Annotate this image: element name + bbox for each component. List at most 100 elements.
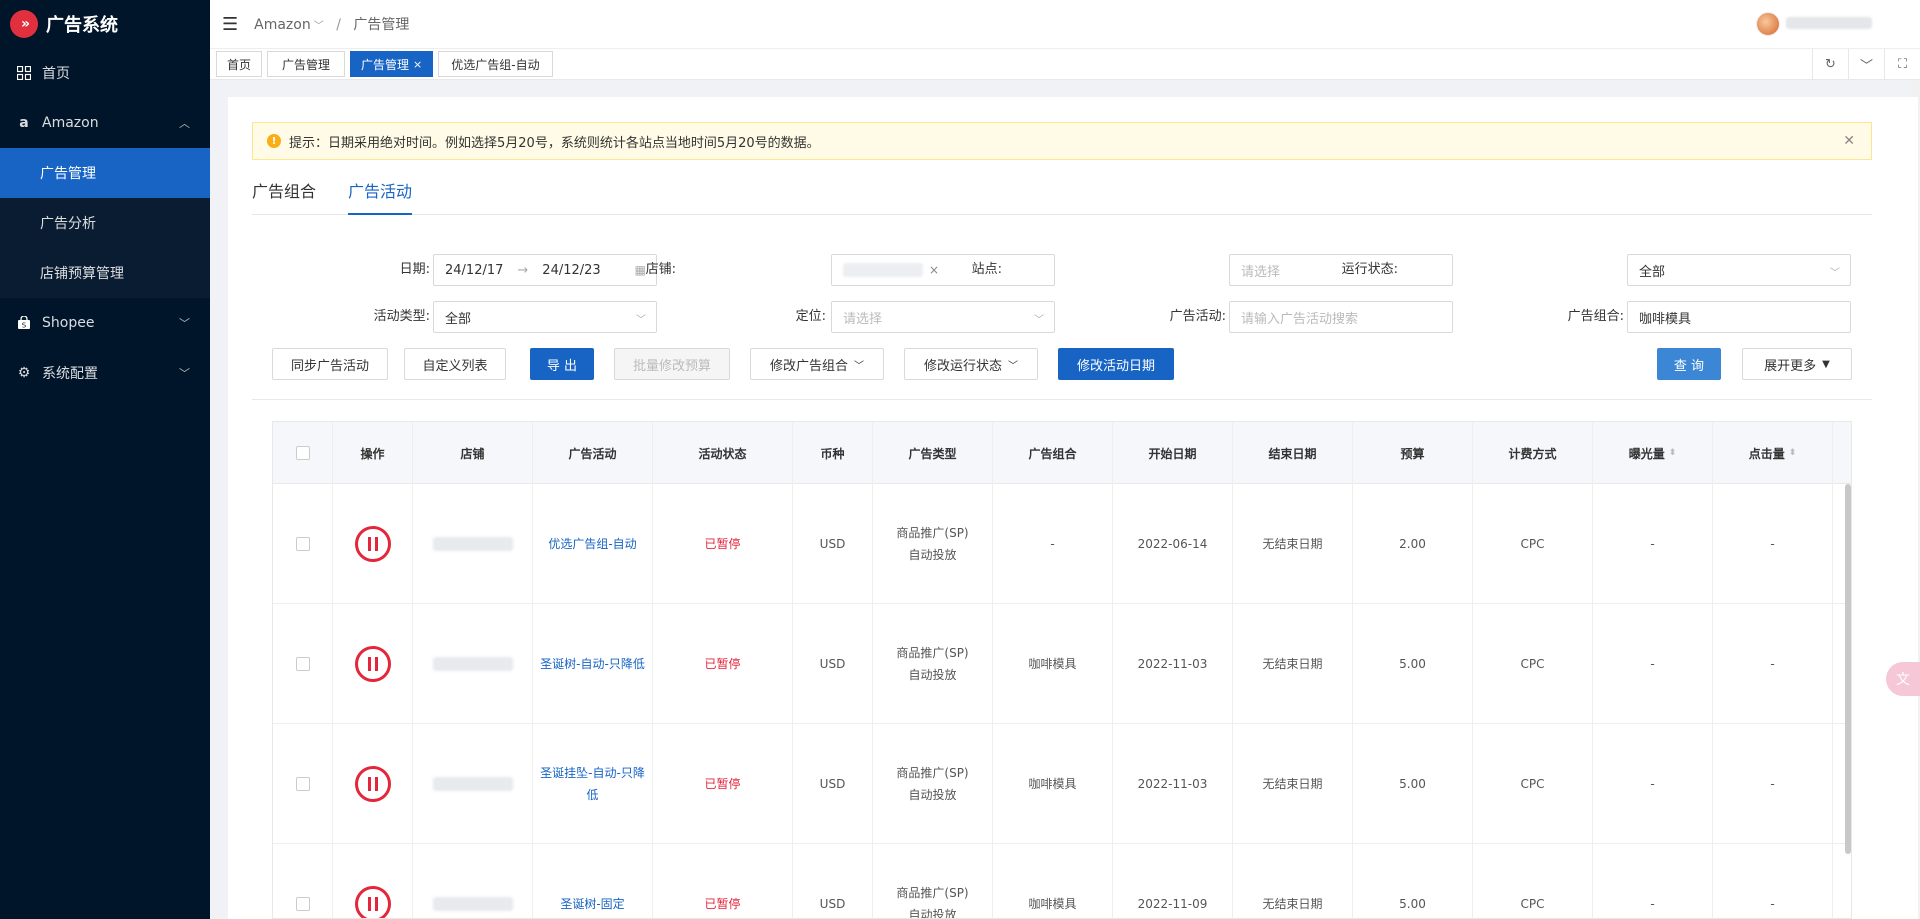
app-logo[interactable]: » 广告系统 [0,0,210,48]
avatar[interactable] [1756,12,1780,36]
tag-label: 广告管理 [282,57,331,72]
row-checkbox[interactable] [295,657,310,671]
table-header: 操作 店铺 广告活动 活动状态 币种 广告类型 广告组合 开始日期 结束日期 预… [273,422,1851,484]
row-select-cell [273,604,333,724]
end-date-cell: 无结束日期 [1233,844,1353,918]
sidebar-item-system-config[interactable]: ⚙ 系统配置 ﹀ [0,348,210,398]
expand-more-button[interactable]: 展开更多 ▼ [1742,348,1852,380]
row-select-cell [273,724,333,844]
sidebar-item-shop-budget[interactable]: 店铺预算管理 [0,248,210,298]
run-status-select[interactable]: 全部 ﹀ [1627,254,1851,286]
row-checkbox[interactable] [295,537,310,551]
campaign-search-input[interactable]: 请输入广告活动搜索 [1229,301,1453,333]
campaign-link[interactable]: 圣诞树-自动-只降低 [540,653,645,675]
fullscreen-icon[interactable]: ⛶ [1884,49,1920,80]
breadcrumb-separator: / [336,17,341,33]
ad-type-line: 自动投放 [908,668,957,682]
end-date-cell: 无结束日期 [1233,724,1353,844]
sidebar-item-amazon[interactable]: a Amazon ︿ [0,98,210,148]
row-select-cell [273,484,333,604]
tag-home[interactable]: 首页 [216,51,263,77]
tab-portfolio[interactable]: 广告组合 [252,177,316,215]
sidebar-item-label: Shopee [42,315,95,331]
activity-type-select[interactable]: 全部 ﹀ [433,301,657,333]
chevron-down-icon[interactable]: ﹀ [1848,49,1884,80]
menu-fold-icon[interactable]: ☰ [222,14,238,35]
pause-icon[interactable] [354,766,391,802]
tag-ad-management[interactable]: 广告管理 [267,51,346,77]
table-row: 圣诞树-固定 已暂停 USD 商品推广(SP) 自动投放 咖啡模具 2022-11… [273,844,1851,918]
sidebar-item-ad-analysis[interactable]: 广告分析 [0,198,210,248]
impressions-cell: - [1593,484,1713,604]
status-cell: 已暂停 [653,484,793,604]
caret-down-icon: ▼ [1822,358,1830,370]
clicks-cell: - [1713,724,1833,844]
sidebar-item-home[interactable]: 首页 [0,48,210,98]
campaign-table: 操作 店铺 广告活动 活动状态 币种 广告类型 广告组合 开始日期 结束日期 预… [272,421,1852,919]
edit-campaign-dates-button[interactable]: 修改活动日期 [1058,348,1174,380]
column-header: 结束日期 [1233,422,1353,484]
button-label: 修改广告组合 [769,358,848,374]
batch-edit-budget-button[interactable]: 批量修改预算 [614,348,730,380]
column-header: 预算 [1353,422,1473,484]
campaign-label: 广告活动: [1169,309,1226,324]
column-header-sortable[interactable]: 点击量 [1713,422,1833,484]
ad-type-line: 自动投放 [908,788,957,802]
campaign-link[interactable]: 圣诞挂坠-自动-只降低 [539,762,646,806]
top-header: ☰ Amazon ﹀ / 广告管理 [210,0,1920,48]
edit-portfolio-button[interactable]: 修改广告组合 ﹀ [750,348,884,380]
sidebar-item-label: 系统配置 [42,366,98,382]
clicks-cell: - [1713,844,1833,918]
targeting-select[interactable]: 请选择 ﹀ [831,301,1055,333]
refresh-icon[interactable]: ↻ [1812,49,1848,80]
shop-name-redacted [432,897,513,911]
table-row: 圣诞挂坠-自动-只降低 已暂停 USD 商品推广(SP) 自动投放 咖啡模具 20… [273,724,1851,844]
shop-cell [413,844,533,918]
column-header: 广告活动 [533,422,653,484]
portfolio-value: 咖啡模具 [1639,311,1692,327]
shop-cell [413,724,533,844]
pause-icon[interactable] [354,886,391,918]
campaign-link[interactable]: 圣诞树-固定 [560,893,624,915]
row-checkbox[interactable] [295,897,310,911]
tab-campaign[interactable]: 广告活动 [348,177,413,215]
translate-icon[interactable]: 文 [1886,662,1920,696]
ad-type-line: 自动投放 [908,548,957,562]
column-header-sortable[interactable]: 曝光量 [1593,422,1713,484]
portfolio-input[interactable]: 咖啡模具 [1627,301,1851,333]
export-button[interactable]: 导 出 [530,348,594,380]
row-checkbox[interactable] [295,777,310,791]
user-name-redacted[interactable] [1786,17,1872,29]
sidebar-item-label: 店铺预算管理 [40,266,124,282]
column-header: 活动状态 [653,422,793,484]
custom-columns-button[interactable]: 自定义列表 [404,348,506,380]
sync-campaigns-button[interactable]: 同步广告活动 [272,348,388,380]
status-text: 已暂停 [704,657,741,671]
query-button[interactable]: 查 询 [1657,348,1721,380]
tag-ad-management-active[interactable]: 广告管理 × [350,51,434,77]
breadcrumb-item-ad-management: 广告管理 [353,17,410,33]
breadcrumb-item-amazon[interactable]: Amazon [254,17,311,33]
main-content: ! 提示：日期采用绝对时间。例如选择5月20号，系统则统计各站点当地时间5月20… [228,97,1918,919]
sidebar-item-ad-management[interactable]: 广告管理 [0,148,210,198]
edit-run-status-button[interactable]: 修改运行状态 ﹀ [904,348,1038,380]
status-text: 已暂停 [704,777,741,791]
close-icon[interactable]: ✕ [1843,133,1855,149]
select-all-checkbox[interactable] [295,446,310,460]
close-icon[interactable]: × [413,58,422,71]
campaign-link[interactable]: 优选广告组-自动 [548,533,636,555]
sidebar-item-shopee[interactable]: S Shopee ﹀ [0,298,210,348]
campaign-cell: 圣诞树-固定 [533,844,653,918]
pause-icon[interactable] [354,646,391,682]
chevron-down-icon: ﹀ [854,360,864,372]
ad-type-cell: 商品推广(SP) 自动投放 [873,724,993,844]
activity-type-label: 活动类型: [373,309,430,324]
divider [252,399,1872,400]
table-scrollbar[interactable] [1845,484,1851,854]
pause-icon[interactable] [354,526,391,562]
date-hint-alert: ! 提示：日期采用绝对时间。例如选择5月20号，系统则统计各站点当地时间5月20… [252,122,1872,160]
date-start: 24/12/17 [445,262,504,278]
tag-ad-group-auto[interactable]: 优选广告组-自动 [438,51,553,77]
column-header: 计费方式 [1473,422,1593,484]
currency-cell: USD [793,844,873,918]
